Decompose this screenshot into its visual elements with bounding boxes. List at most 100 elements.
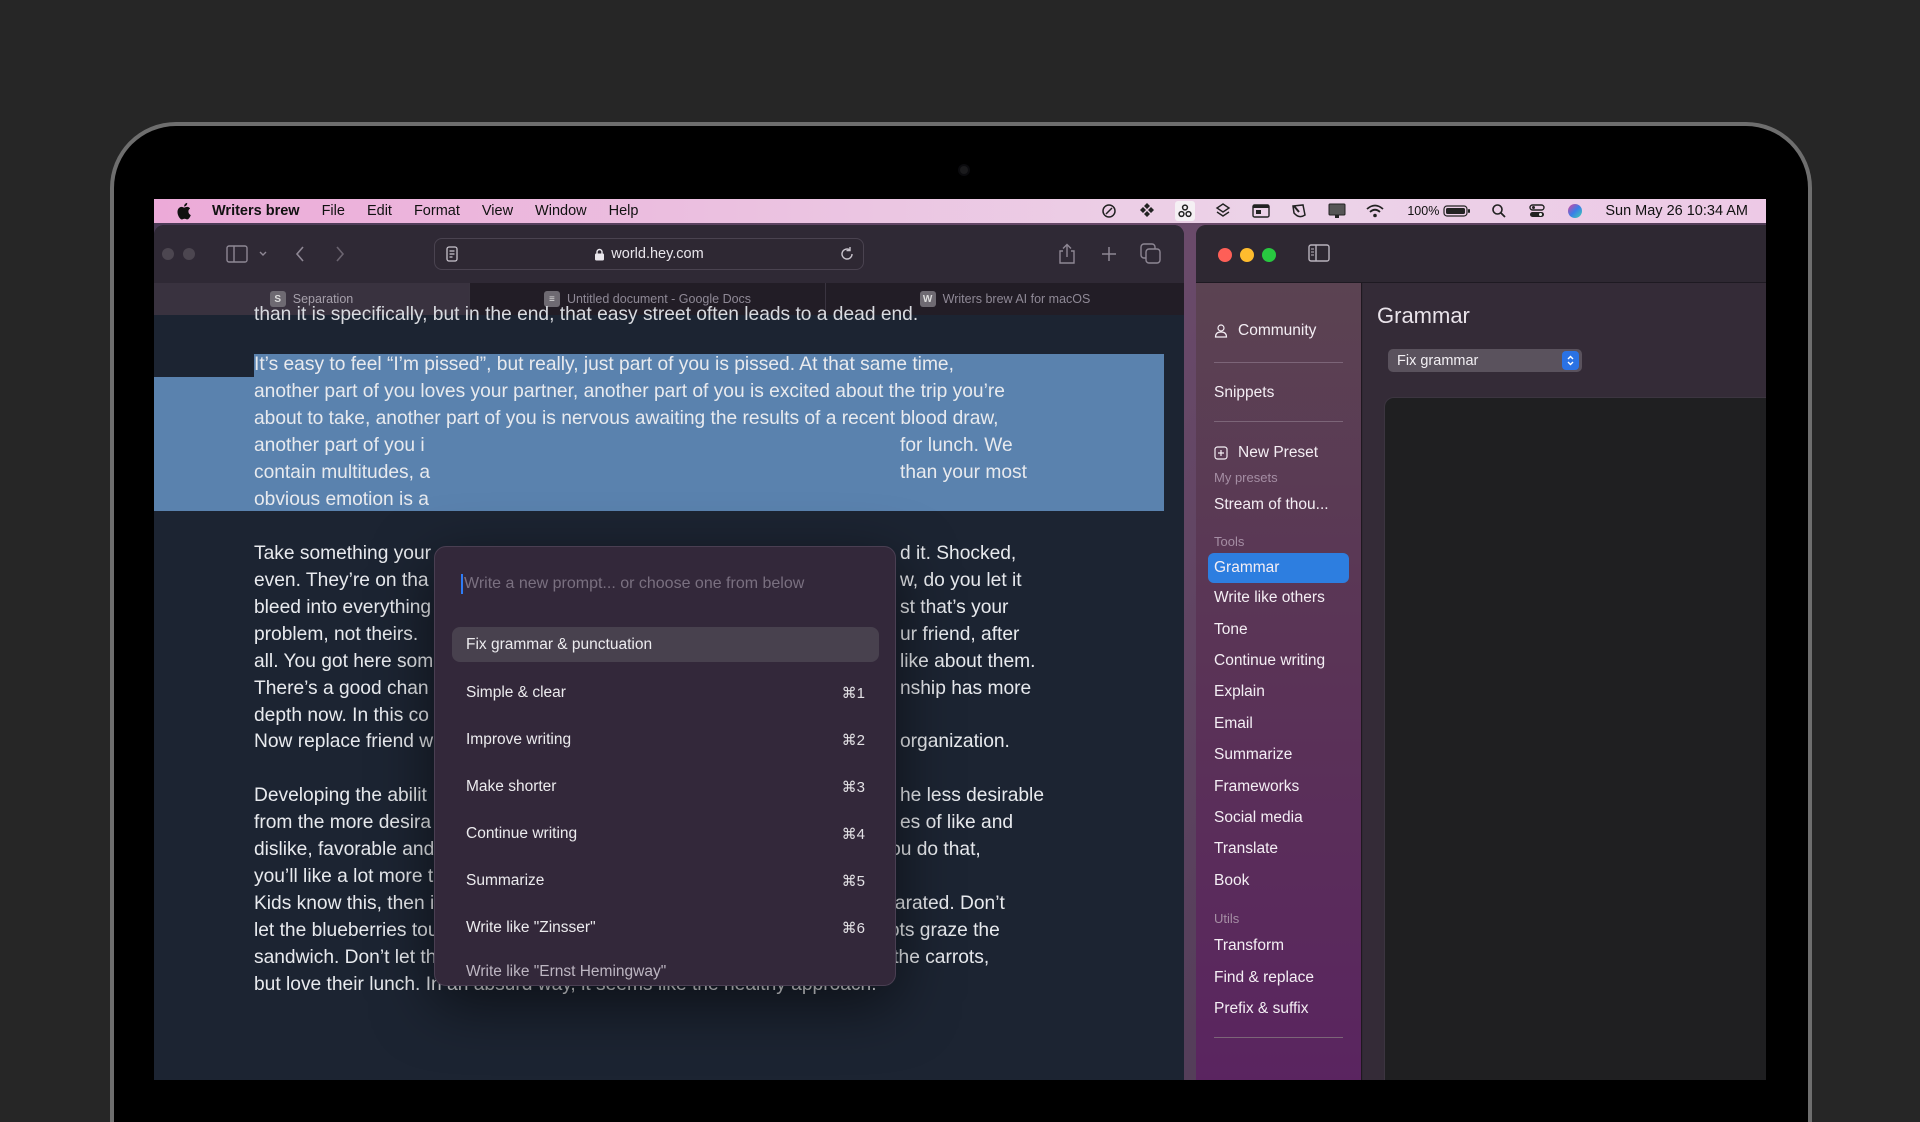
pointer-icon[interactable] — [1289, 201, 1309, 221]
sidebar-item-label: Transform — [1214, 937, 1285, 955]
text-fragment: st that’s your — [900, 597, 1009, 618]
text-fragment: There’s a good chan — [254, 678, 429, 699]
sidebar-item-summarize[interactable]: Summarize — [1196, 740, 1361, 771]
sidebar-item-label: Email — [1214, 714, 1253, 732]
prompt-option[interactable]: Improve writing ⌘2 — [452, 716, 879, 763]
prompt-option[interactable]: Make shorter ⌘3 — [452, 763, 879, 810]
prompt-option[interactable]: Fix grammar & punctuation — [452, 627, 879, 662]
team-icon[interactable] — [1175, 201, 1196, 221]
reload-icon[interactable] — [839, 246, 855, 266]
text-fragment: contain multitudes, a — [254, 462, 430, 483]
sidebar-item-write-like-others[interactable]: Write like others — [1196, 583, 1361, 614]
menu-file[interactable]: File — [322, 203, 345, 219]
share-icon[interactable] — [1058, 243, 1076, 265]
prompt-input[interactable]: Write a new prompt... or choose one from… — [461, 571, 871, 597]
sidebar-item-label: Snippets — [1214, 384, 1275, 402]
sidebar-item-community[interactable]: Community — [1196, 315, 1361, 346]
text-fragment: he less desirable — [900, 785, 1044, 806]
control-center-icon[interactable] — [1527, 201, 1547, 221]
select-chevron-icon — [1562, 351, 1579, 370]
dropbox-icon[interactable] — [1137, 201, 1157, 221]
text-editor[interactable] — [1384, 397, 1766, 1080]
sidebar-item-social-media[interactable]: Social media — [1196, 802, 1361, 833]
menu-app-name[interactable]: Writers brew — [212, 203, 300, 219]
sidebar: Community Snippets New Preset My presets… — [1196, 283, 1362, 1080]
close-button[interactable] — [1218, 248, 1232, 262]
page-content[interactable]: than it is specifically, but in the end,… — [154, 304, 1184, 1080]
prompt-option-label: Write like "Zinsser" — [466, 918, 596, 936]
new-tab-icon[interactable] — [1100, 243, 1118, 265]
battery-icon[interactable] — [1443, 201, 1471, 221]
prompt-option[interactable]: Summarize ⌘5 — [452, 857, 879, 904]
browser-window: world.hey.com S Separation ≡ Untitled do… — [154, 225, 1184, 1080]
sidebar-item-tone[interactable]: Tone — [1196, 614, 1361, 645]
url-bar[interactable]: world.hey.com — [434, 238, 864, 270]
menu-view[interactable]: View — [482, 203, 513, 219]
text-fragment: Developing the abilit — [254, 785, 427, 806]
apple-menu-icon[interactable] — [176, 202, 194, 220]
prompt-popup: Write a new prompt... or choose one from… — [434, 546, 896, 986]
sidebar-item-frameworks[interactable]: Frameworks — [1196, 771, 1361, 802]
clock[interactable]: Sun May 26 10:34 AM — [1605, 203, 1748, 219]
sidebar-item-snippets[interactable]: Snippets — [1196, 377, 1361, 408]
sidebar-item-prefix-suffix[interactable]: Prefix & suffix — [1196, 993, 1361, 1024]
sidebar-item-email[interactable]: Email — [1196, 708, 1361, 739]
sidebar-item-label: Summarize — [1214, 746, 1293, 764]
text-fragment: all. You got here som — [254, 651, 434, 672]
prompt-option-label: Write like "Ernst Hemingway" — [466, 963, 667, 980]
text-fragment: like about them. — [900, 651, 1036, 672]
spotlight-search-icon[interactable] — [1489, 201, 1509, 221]
sidebar-item-translate[interactable]: Translate — [1196, 834, 1361, 865]
prompt-option[interactable]: Simple & clear ⌘1 — [452, 669, 879, 716]
screen: Writers brew File Edit Format View Windo… — [154, 199, 1766, 1080]
sidebar-item-label: Grammar — [1214, 558, 1280, 576]
prompt-option-label: Simple & clear — [466, 683, 566, 701]
sidebar-item-continue-writing[interactable]: Continue writing — [1196, 645, 1361, 676]
sidebar-item-label: Prefix & suffix — [1214, 999, 1309, 1017]
utils-list: Transform Find & replace Prefix & suffix — [1196, 930, 1361, 1024]
sidebar-item-find-replace[interactable]: Find & replace — [1196, 962, 1361, 993]
tab-overview-icon[interactable] — [1140, 243, 1162, 265]
close-button[interactable] — [162, 248, 174, 260]
menu-window[interactable]: Window — [535, 203, 587, 219]
text-line: obvious emotion is a — [254, 486, 1154, 513]
minimize-button[interactable] — [1240, 248, 1254, 262]
keyboard-shortcut: ⌘6 — [841, 919, 865, 937]
menu-edit[interactable]: Edit — [367, 203, 392, 219]
prompt-option[interactable]: Write like "Zinsser" ⌘6 — [452, 904, 879, 951]
window-manager-icon[interactable] — [1251, 201, 1271, 221]
new-preset-button[interactable]: New Preset — [1196, 438, 1361, 469]
sidebar-item-book[interactable]: Book — [1196, 865, 1361, 896]
text-fragment: depth now. In this co — [254, 705, 429, 726]
section-header-utils: Utils — [1214, 911, 1240, 927]
text-fragment: from the more desira — [254, 812, 432, 833]
writersbrew-status-icon[interactable] — [1099, 201, 1119, 221]
writersbrew-titlebar — [1196, 225, 1766, 283]
wifi-icon[interactable] — [1365, 201, 1385, 221]
menu-format[interactable]: Format — [414, 203, 460, 219]
menu-help[interactable]: Help — [609, 203, 639, 219]
siri-icon[interactable] — [1565, 201, 1585, 221]
sidebar-toggle-icon[interactable] — [226, 243, 248, 265]
text-fragment: about to take, another part of you is ne… — [254, 408, 999, 429]
sidebar-item-explain[interactable]: Explain — [1196, 677, 1361, 708]
text-line: another part of you loves your partner, … — [254, 378, 1154, 405]
display-icon[interactable] — [1327, 201, 1347, 221]
forward-icon[interactable] — [334, 243, 346, 265]
sidebar-toggle-icon[interactable] — [1308, 244, 1330, 267]
mode-select[interactable]: Fix grammar — [1388, 349, 1582, 372]
chevron-down-icon[interactable] — [258, 243, 268, 265]
layers-icon[interactable] — [1213, 201, 1233, 221]
zoom-button[interactable] — [1262, 248, 1276, 262]
back-icon[interactable] — [294, 243, 306, 265]
browser-toolbar: world.hey.com — [154, 225, 1184, 283]
sidebar-item-stream-of-thou[interactable]: Stream of thou... — [1196, 489, 1361, 520]
minimize-button[interactable] — [183, 248, 195, 260]
sidebar-item-transform[interactable]: Transform — [1196, 930, 1361, 961]
reader-icon[interactable] — [445, 246, 459, 266]
plus-square-icon — [1214, 446, 1228, 461]
prompt-option[interactable]: Continue writing ⌘4 — [452, 810, 879, 857]
sidebar-item-grammar[interactable]: Grammar — [1208, 552, 1349, 583]
prompt-option[interactable]: Write like "Ernst Hemingway" — [452, 951, 879, 981]
text-fragment: another part of you i — [254, 435, 425, 456]
